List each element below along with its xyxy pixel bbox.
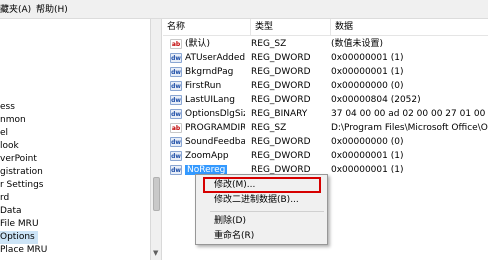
value-type: REG_DWORD (251, 151, 311, 161)
tree-item[interactable]: rd (0, 192, 9, 205)
value-type: REG_DWORD (251, 95, 311, 105)
value-data: D:\Program Files\Microsoft Office\Office (331, 123, 488, 133)
column-header-name[interactable]: 名称 (163, 19, 251, 36)
value-row[interactable]: dw BkgrndPag REG_DWORD 0x00000001 (1) (163, 65, 488, 79)
value-type: REG_DWORD (251, 137, 311, 147)
value-name: PROGRAMDIR (185, 123, 245, 133)
value-row[interactable]: dw ZoomApp REG_DWORD 0x00000001 (1) (163, 149, 488, 163)
tree-item[interactable]: r Settings (0, 179, 43, 192)
tree-item[interactable]: ess (0, 101, 15, 114)
tree-item[interactable]: look (0, 140, 19, 153)
value-data: 0x00000000 (0) (331, 81, 404, 91)
value-row[interactable]: dw SoundFeedback REG_DWORD 0x00000000 (0… (163, 135, 488, 149)
value-data: 0x00000804 (2052) (331, 95, 421, 105)
registry-key-tree: ess nmon el look verPoint gistration r S… (0, 19, 150, 260)
value-name: OptionsDlgSiz... (185, 109, 245, 119)
tree-item[interactable]: gistration (0, 166, 43, 179)
tree-item[interactable]: Place MRU (0, 244, 47, 257)
tree-item[interactable]: el (0, 127, 8, 140)
value-row[interactable]: ab PROGRAMDIR REG_SZ D:\Program Files\Mi… (163, 121, 488, 135)
value-row[interactable]: dw ATUserAdded REG_DWORD 0x00000001 (1) (163, 51, 488, 65)
binary-value-icon: dw (170, 109, 182, 119)
tree-item[interactable]: File MRU (0, 218, 39, 231)
value-type: REG_DWORD (251, 67, 311, 77)
string-value-icon: ab (170, 123, 182, 133)
context-menu: 修改(M)... 修改二进制数据(B)... 删除(D) 重命名(R) (195, 174, 328, 245)
value-row[interactable]: dw FirstRun REG_DWORD 0x00000000 (0) (163, 79, 488, 93)
modify-binary-menu-item[interactable]: 修改二进制数据(B)... (214, 194, 299, 207)
value-data: 0x00000001 (1) (331, 165, 404, 175)
list-header: 名称 类型 数据 (163, 19, 488, 36)
value-data: (数值未设置) (331, 39, 384, 49)
column-header-type[interactable]: 类型 (251, 19, 331, 36)
modify-menu-item[interactable]: 修改(M)... (214, 179, 255, 192)
value-row[interactable]: dw LastUILang REG_DWORD 0x00000804 (2052… (163, 93, 488, 107)
dword-value-icon: dw (170, 67, 182, 77)
column-header-data[interactable]: 数据 (331, 19, 488, 36)
scroll-down-arrow-icon[interactable]: ▼ (153, 249, 158, 257)
tree-item[interactable]: verPoint (0, 153, 37, 166)
value-row[interactable]: dw OptionsDlgSiz... REG_BINARY 37 04 00 … (163, 107, 488, 121)
value-name: ZoomApp (185, 151, 229, 161)
value-data: 0x00000001 (1) (331, 67, 404, 77)
scrollbar-thumb[interactable] (153, 177, 160, 211)
value-data: 0x00000001 (1) (331, 53, 404, 63)
dword-value-icon: dw (170, 165, 182, 175)
menu-bar: 藏夹(A) 帮助(H) (0, 0, 488, 19)
menu-favorites[interactable]: 藏夹(A) (0, 4, 31, 16)
value-row[interactable]: ab (默认) REG_SZ (数值未设置) (163, 37, 488, 51)
value-type: REG_SZ (251, 123, 287, 133)
value-data: 37 04 00 00 ad 02 00 00 27 01 00 00 58 (331, 109, 488, 119)
value-name: FirstRun (185, 81, 222, 91)
value-name: BkgrndPag (185, 67, 234, 77)
rename-menu-item[interactable]: 重命名(R) (214, 230, 254, 243)
value-name: (默认) (185, 39, 211, 49)
string-value-icon: ab (170, 39, 182, 49)
dword-value-icon: dw (170, 53, 182, 63)
tree-item[interactable]: nmon (0, 114, 26, 127)
tree-scrollbar[interactable]: ▼ (150, 19, 162, 260)
delete-menu-item[interactable]: 删除(D) (214, 215, 246, 228)
tree-item-options-selected[interactable]: Options (0, 231, 38, 244)
value-name: LastUILang (185, 95, 235, 105)
value-type: REG_BINARY (251, 109, 308, 119)
value-type: REG_DWORD (251, 53, 311, 63)
dword-value-icon: dw (170, 137, 182, 147)
value-data: 0x00000001 (1) (331, 151, 404, 161)
value-name: ATUserAdded (185, 53, 245, 63)
tree-item[interactable]: Data (0, 205, 22, 218)
value-type: REG_DWORD (251, 81, 311, 91)
value-name: SoundFeedback (185, 137, 245, 147)
dword-value-icon: dw (170, 151, 182, 161)
value-type: REG_SZ (251, 39, 287, 49)
dword-value-icon: dw (170, 95, 182, 105)
menu-help[interactable]: 帮助(H) (36, 4, 68, 16)
menu-separator (210, 211, 324, 212)
dword-value-icon: dw (170, 81, 182, 91)
value-data: 0x00000000 (0) (331, 137, 404, 147)
